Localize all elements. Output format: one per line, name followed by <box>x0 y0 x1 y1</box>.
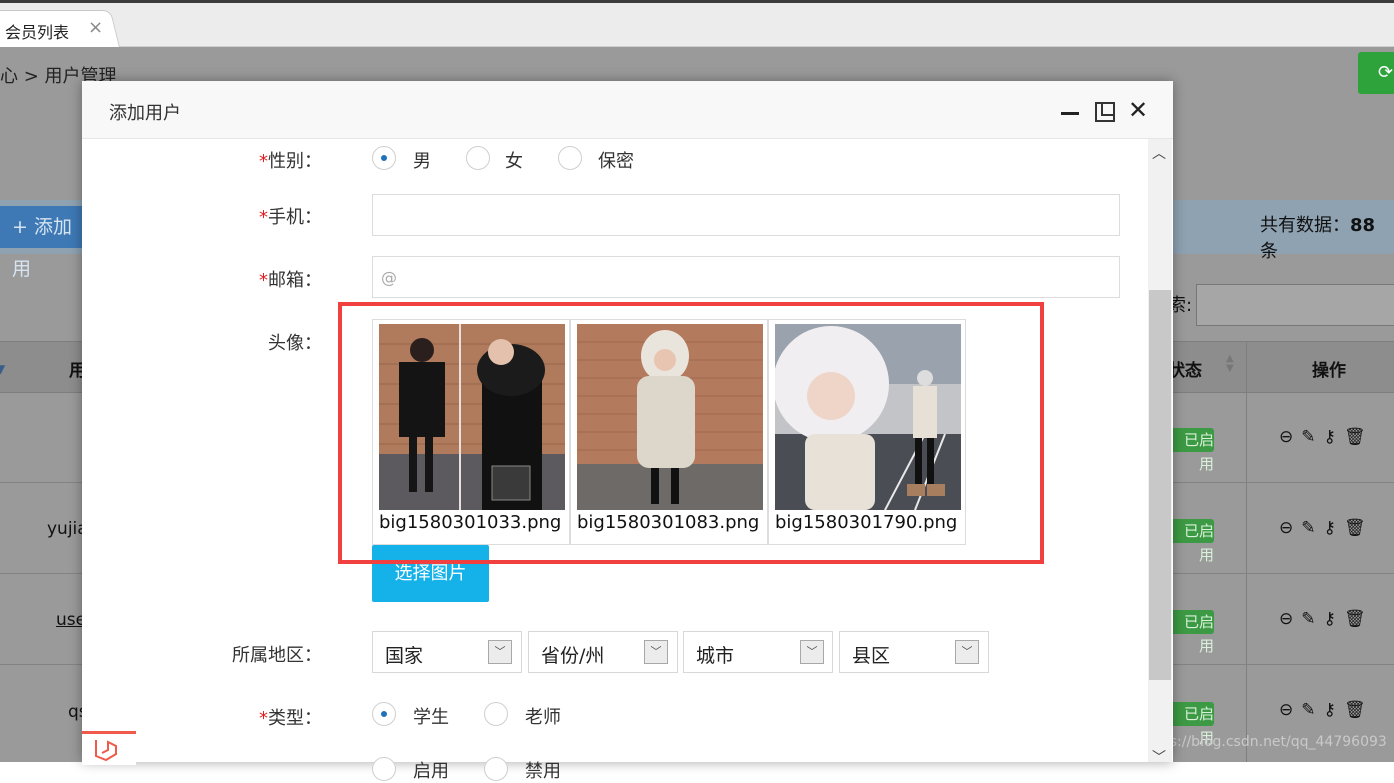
status-badge[interactable]: 已启用 <box>1170 610 1214 655</box>
status-option-label: 禁用 <box>525 761 561 782</box>
gender-option-label: 保密 <box>598 151 634 172</box>
scrollbar-thumb[interactable] <box>1149 290 1171 680</box>
total-prefix: 共有数据： <box>1260 215 1350 236</box>
trash-icon[interactable]: 🗑 <box>1344 609 1374 629</box>
select-value: 国家 <box>385 645 424 667</box>
edit-icon[interactable]: ✎ <box>1301 700 1323 720</box>
select-value: 省份/州 <box>541 645 605 667</box>
stop-icon[interactable]: ⊖ <box>1279 609 1301 629</box>
key-icon[interactable]: ⚷ <box>1324 609 1344 629</box>
edit-icon[interactable]: ✎ <box>1301 427 1323 447</box>
add-user-button[interactable]: + 添加用 <box>0 206 88 280</box>
gender-option-label: 女 <box>505 151 523 172</box>
tab-close-icon[interactable]: × <box>88 17 103 38</box>
sort-icon[interactable]: ▼ <box>0 362 5 376</box>
chevron-down-icon[interactable]: ﹀ <box>644 640 668 664</box>
status-badge[interactable]: 已启用 <box>1170 702 1214 747</box>
maximize-icon[interactable] <box>1095 102 1115 122</box>
stop-icon[interactable]: ⊖ <box>1279 427 1301 447</box>
sort-arrows-icon[interactable]: ▲ ▼ <box>1226 354 1234 374</box>
refresh-button[interactable]: ⟳ <box>1358 52 1394 94</box>
region-label: 所属地区： <box>232 645 322 666</box>
column-actions: 操作 <box>1312 361 1346 381</box>
edit-icon[interactable]: ✎ <box>1301 518 1323 538</box>
row-actions: ⊖✎⚷🗑 <box>1279 427 1374 447</box>
email-placeholder: @ <box>381 268 397 287</box>
dialog-header <box>82 81 1173 139</box>
email-input[interactable]: @ <box>372 256 1120 298</box>
gender-option-label: 男 <box>413 151 431 172</box>
select-value: 城市 <box>696 645 735 667</box>
total-suffix: 条 <box>1260 241 1278 262</box>
laravel-debug-icon[interactable] <box>82 731 136 765</box>
add-user-dialog: 添加用户 ✕ ︿ ﹀ *性别： 男 女 保密 *手机： *邮箱： @ 头像： b… <box>82 81 1173 782</box>
type-option-label: 老师 <box>525 707 561 728</box>
gender-label: *性别： <box>259 151 322 172</box>
province-select[interactable]: 省份/州 ﹀ <box>528 631 678 673</box>
trash-icon[interactable]: 🗑 <box>1344 427 1374 447</box>
row-actions: ⊖✎⚷🗑 <box>1279 609 1374 629</box>
scroll-down-icon[interactable]: ﹀ <box>1152 747 1166 767</box>
chevron-down-icon[interactable]: ﹀ <box>955 640 979 664</box>
total-number: 88 <box>1350 215 1376 236</box>
tab-bar <box>0 3 1394 47</box>
stop-icon[interactable]: ⊖ <box>1279 700 1301 720</box>
key-icon[interactable]: ⚷ <box>1324 700 1344 720</box>
type-radio-student[interactable] <box>372 702 396 726</box>
phone-input[interactable] <box>372 194 1120 236</box>
type-radio-teacher[interactable] <box>484 702 508 726</box>
status-badge[interactable]: 已启用 <box>1170 519 1214 564</box>
status-radio-enable[interactable] <box>372 757 396 781</box>
row-actions: ⊖✎⚷🗑 <box>1279 518 1374 538</box>
country-select[interactable]: 国家 ﹀ <box>372 631 522 673</box>
avatar-label: 头像： <box>268 333 322 354</box>
gender-radio-secret[interactable] <box>558 146 582 170</box>
search-input[interactable] <box>1196 284 1394 326</box>
district-select[interactable]: 县区 ﹀ <box>839 631 989 673</box>
key-icon[interactable]: ⚷ <box>1324 427 1344 447</box>
trash-icon[interactable]: 🗑 <box>1344 700 1374 720</box>
key-icon[interactable]: ⚷ <box>1324 518 1344 538</box>
column-status[interactable]: 状态 <box>1168 356 1202 381</box>
total-count: 共有数据：88 条 <box>1260 211 1394 263</box>
select-value: 县区 <box>852 645 891 667</box>
phone-label: *手机： <box>259 207 322 228</box>
chevron-down-icon[interactable]: ﹀ <box>488 640 512 664</box>
minimize-icon[interactable] <box>1061 112 1079 115</box>
stop-icon[interactable]: ⊖ <box>1279 518 1301 538</box>
gender-radio-female[interactable] <box>466 146 490 170</box>
chevron-down-icon[interactable]: ﹀ <box>800 640 824 664</box>
status-badge[interactable]: 已启用 <box>1170 428 1214 473</box>
scroll-up-icon[interactable]: ︿ <box>1152 143 1166 163</box>
type-option-label: 学生 <box>413 707 449 728</box>
dialog-title: 添加用户 <box>109 103 181 124</box>
status-option-label: 启用 <box>413 761 449 782</box>
row-actions: ⊖✎⚷🗑 <box>1279 700 1374 720</box>
watermark: https://blog.csdn.net/qq_44796093 <box>1141 734 1387 750</box>
city-select[interactable]: 城市 ﹀ <box>683 631 833 673</box>
trash-icon[interactable]: 🗑 <box>1344 518 1374 538</box>
email-label: *邮箱： <box>259 270 322 291</box>
type-label: *类型： <box>259 708 322 729</box>
tab-label[interactable]: 会员列表 <box>5 19 69 43</box>
close-icon[interactable]: ✕ <box>1128 96 1148 124</box>
status-radio-disable[interactable] <box>484 757 508 781</box>
gender-radio-male[interactable] <box>372 146 396 170</box>
column-divider <box>1246 341 1247 762</box>
edit-icon[interactable]: ✎ <box>1301 609 1323 629</box>
highlight-box <box>338 302 1044 564</box>
